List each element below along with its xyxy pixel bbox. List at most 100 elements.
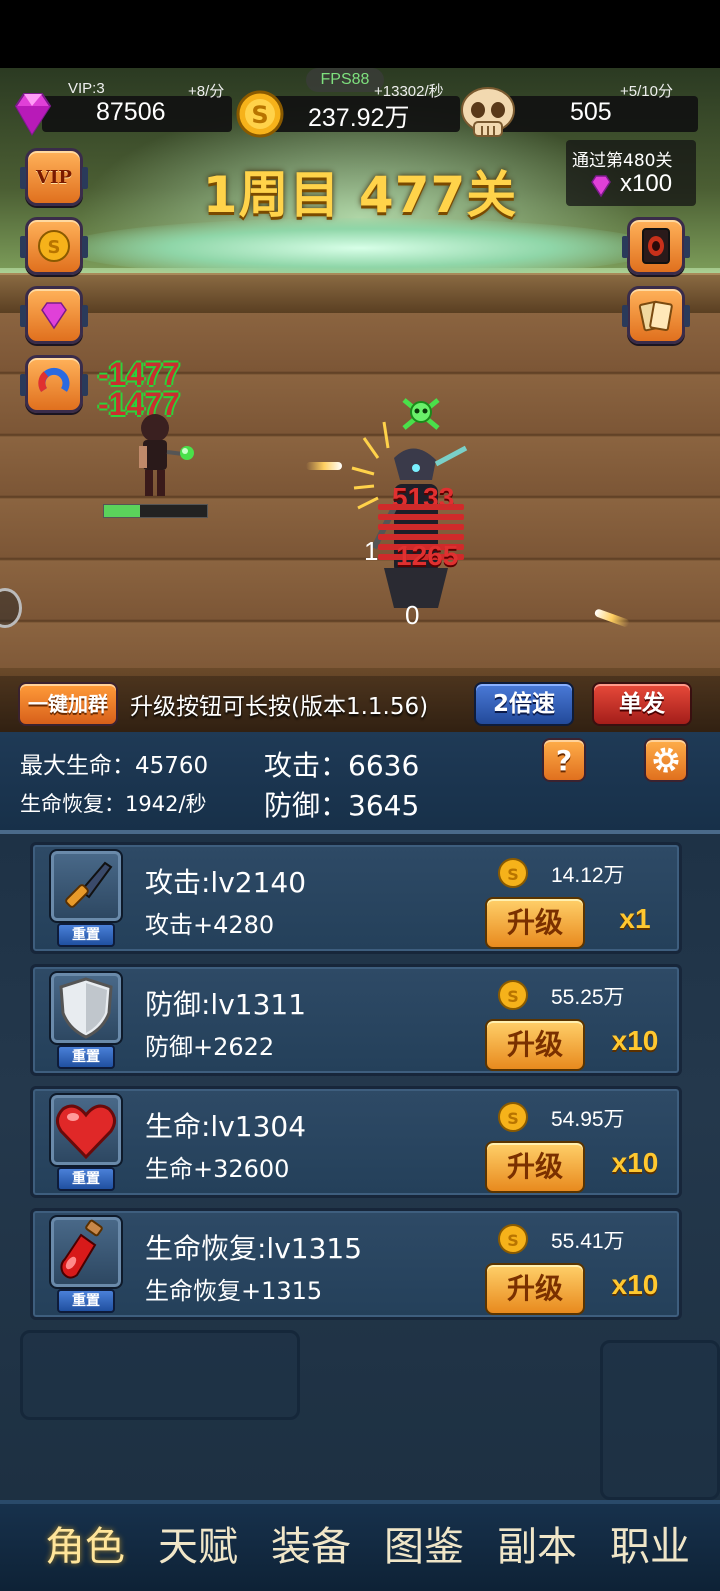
upgrade-button[interactable]: 升级 [485, 1019, 585, 1071]
upgrade-icon-frame [49, 1093, 123, 1167]
reset-button[interactable]: 重置 [57, 1167, 115, 1191]
gem-resource: VIP:3 +8/分 87506 [6, 80, 232, 136]
upgrade-button[interactable]: 升级 [485, 897, 585, 949]
potion-icon [60, 1219, 103, 1279]
coin-icon: S [498, 1102, 528, 1132]
single-shot-button[interactable]: 单发 [592, 682, 692, 726]
multiplier-toggle[interactable]: x1 [595, 903, 675, 935]
upgrade-price: 55.25万 [551, 986, 625, 1009]
reward-gem-icon [591, 175, 611, 198]
floating-number: 1 [364, 536, 379, 566]
skull-resource: +5/10分 505 [458, 83, 698, 137]
gold-resource: S +13302/秒 237.92万 [234, 83, 460, 138]
announcement-text: 升级按钮可长按(版本1.1.56) [130, 694, 429, 720]
portal-card-button[interactable] [622, 217, 690, 275]
stage-reward: 通过第480关 x100 [566, 140, 696, 206]
upgrade-card-hp: 重置 生命:lv1304 生命+32600 S 54.95万 升级 x10 [30, 1086, 682, 1198]
gem-icon [41, 302, 67, 330]
bottom-nav: 角色 天赋 装备 图鉴 副本 职业 [0, 1500, 720, 1591]
upgrade-button[interactable]: 升级 [485, 1263, 585, 1315]
skull-icon [461, 87, 515, 137]
multiplier-toggle[interactable]: x10 [595, 1269, 675, 1301]
svg-text:S: S [507, 1231, 519, 1250]
panel-decoration [600, 1340, 720, 1500]
upgrade-desc: 防御+2622 [145, 1033, 275, 1061]
svg-text:S: S [507, 865, 519, 884]
gem-rate: +8/分 [188, 83, 225, 100]
upgrade-icon-frame [49, 971, 123, 1045]
enemy-damage-number: 1265 [396, 540, 459, 571]
defense-stat: 防御：3645 [264, 789, 420, 822]
heart-icon [56, 1104, 116, 1160]
tab-character[interactable]: 角色 [30, 1514, 140, 1572]
max-hp-stat: 最大生命：45760 [20, 753, 209, 779]
reset-button[interactable]: 重置 [57, 923, 115, 947]
skull-rate: +5/10分 [620, 83, 673, 100]
tab-codex[interactable]: 图鉴 [369, 1514, 479, 1572]
status-bar [0, 0, 720, 68]
portal-card-icon [642, 228, 670, 264]
hero-hp-bar [103, 504, 208, 518]
upgrade-card-attack: 重置 攻击:lv2140 攻击+4280 S 14.12万 升级 x1 [30, 842, 682, 954]
coin-icon: S [498, 1224, 528, 1254]
upgrade-desc: 生命恢复+1315 [145, 1277, 323, 1305]
gold-coin-icon: S [236, 90, 284, 138]
tab-equipment[interactable]: 装备 [256, 1514, 366, 1572]
reset-button[interactable]: 重置 [57, 1045, 115, 1069]
vip-button[interactable]: VIP [20, 148, 88, 206]
svg-text:S: S [251, 101, 268, 129]
gem-count: 87506 [96, 98, 166, 126]
vip-label: VIP [36, 166, 72, 188]
upgrade-price: 54.95万 [551, 1108, 625, 1131]
svg-text:S: S [507, 987, 519, 1006]
stats-summary: 最大生命：45760 生命恢复：1942/秒 攻击：6636 防御：3645 ? [0, 732, 720, 834]
settings-button[interactable] [644, 738, 688, 782]
regen-stat: 生命恢复：1942/秒 [20, 792, 207, 816]
gem-icon [14, 93, 52, 136]
help-icon: ? [555, 743, 573, 777]
coin-icon: S [498, 858, 528, 888]
gold-shop-button[interactable]: S [20, 217, 88, 275]
upgrade-icon-frame [49, 1215, 123, 1289]
hero-hp-fill [104, 505, 141, 517]
stone-ledge [0, 273, 720, 313]
help-button[interactable]: ? [542, 738, 586, 782]
gem-shop-button[interactable] [20, 286, 88, 344]
vip-level: VIP:3 [68, 80, 105, 97]
svg-text:S: S [507, 1109, 519, 1128]
coin-icon: S [498, 980, 528, 1010]
hero-projectile-icon [180, 446, 194, 460]
upgrade-name: 生命:lv1304 [145, 1110, 307, 1143]
upgrade-price: 14.12万 [551, 864, 625, 887]
hero-character [139, 414, 184, 496]
upgrade-name: 攻击:lv2140 [145, 866, 307, 899]
floating-number: 0 [405, 600, 420, 630]
cards-button[interactable] [622, 286, 690, 344]
cards-icon [638, 300, 673, 332]
coin-icon: S [38, 230, 70, 262]
upgrade-name: 防御:lv1311 [145, 988, 307, 1021]
reset-button[interactable]: 重置 [57, 1289, 115, 1313]
magnet-icon [38, 367, 70, 393]
upgrade-card-defense: 重置 防御:lv1311 防御+2622 S 55.25万 升级 x10 [30, 964, 682, 1076]
skull-count: 505 [570, 98, 612, 126]
upgrade-button[interactable]: 升级 [485, 1141, 585, 1193]
upgrade-price: 55.41万 [551, 1230, 625, 1253]
upgrade-desc: 生命+32600 [145, 1155, 290, 1183]
gear-icon [653, 747, 679, 773]
stage-title: 1周目 477关 [202, 166, 518, 224]
svg-text:S: S [48, 237, 61, 258]
magnet-button[interactable] [20, 355, 88, 413]
reward-amount: x100 [620, 170, 673, 197]
reward-title: 通过第480关 [572, 151, 673, 171]
panel-decoration [20, 1330, 300, 1420]
upgrade-name: 生命恢复:lv1315 [145, 1232, 363, 1265]
tab-class[interactable]: 职业 [595, 1514, 705, 1572]
speed-2x-button[interactable]: 2倍速 [474, 682, 574, 726]
tab-talent[interactable]: 天赋 [143, 1514, 253, 1572]
join-group-button[interactable]: 一键加群 [18, 682, 118, 726]
knife-icon [65, 861, 113, 908]
multiplier-toggle[interactable]: x10 [595, 1147, 675, 1179]
multiplier-toggle[interactable]: x10 [595, 1025, 675, 1057]
tab-dungeon[interactable]: 副本 [482, 1514, 592, 1572]
